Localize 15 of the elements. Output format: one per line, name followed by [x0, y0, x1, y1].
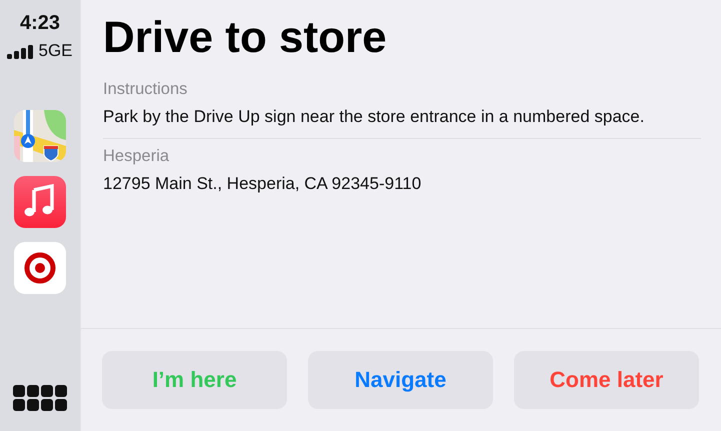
music-app-icon[interactable] — [14, 176, 66, 228]
section-label: Instructions — [103, 80, 188, 99]
network-label: 5GE — [38, 43, 73, 59]
status-time: 4:23 — [20, 12, 60, 35]
section-text: Park by the Drive Up sign near the store entrance in a numbered space. — [103, 106, 646, 128]
map-app-icon[interactable] — [14, 110, 66, 162]
action-button[interactable]: Navigate — [308, 351, 493, 409]
section-text: 12795 Main St., Hesperia, CA 92345-9110 — [103, 173, 422, 195]
action-button[interactable]: Come later — [514, 351, 699, 409]
bullseye-app-icon[interactable] — [14, 242, 66, 294]
app-grid-icon[interactable] — [13, 385, 67, 411]
signal-icon — [7, 45, 36, 59]
action-button[interactable]: I’m here — [102, 351, 287, 409]
page-title: Drive to store — [103, 12, 388, 64]
section-label: Hesperia — [103, 147, 170, 166]
